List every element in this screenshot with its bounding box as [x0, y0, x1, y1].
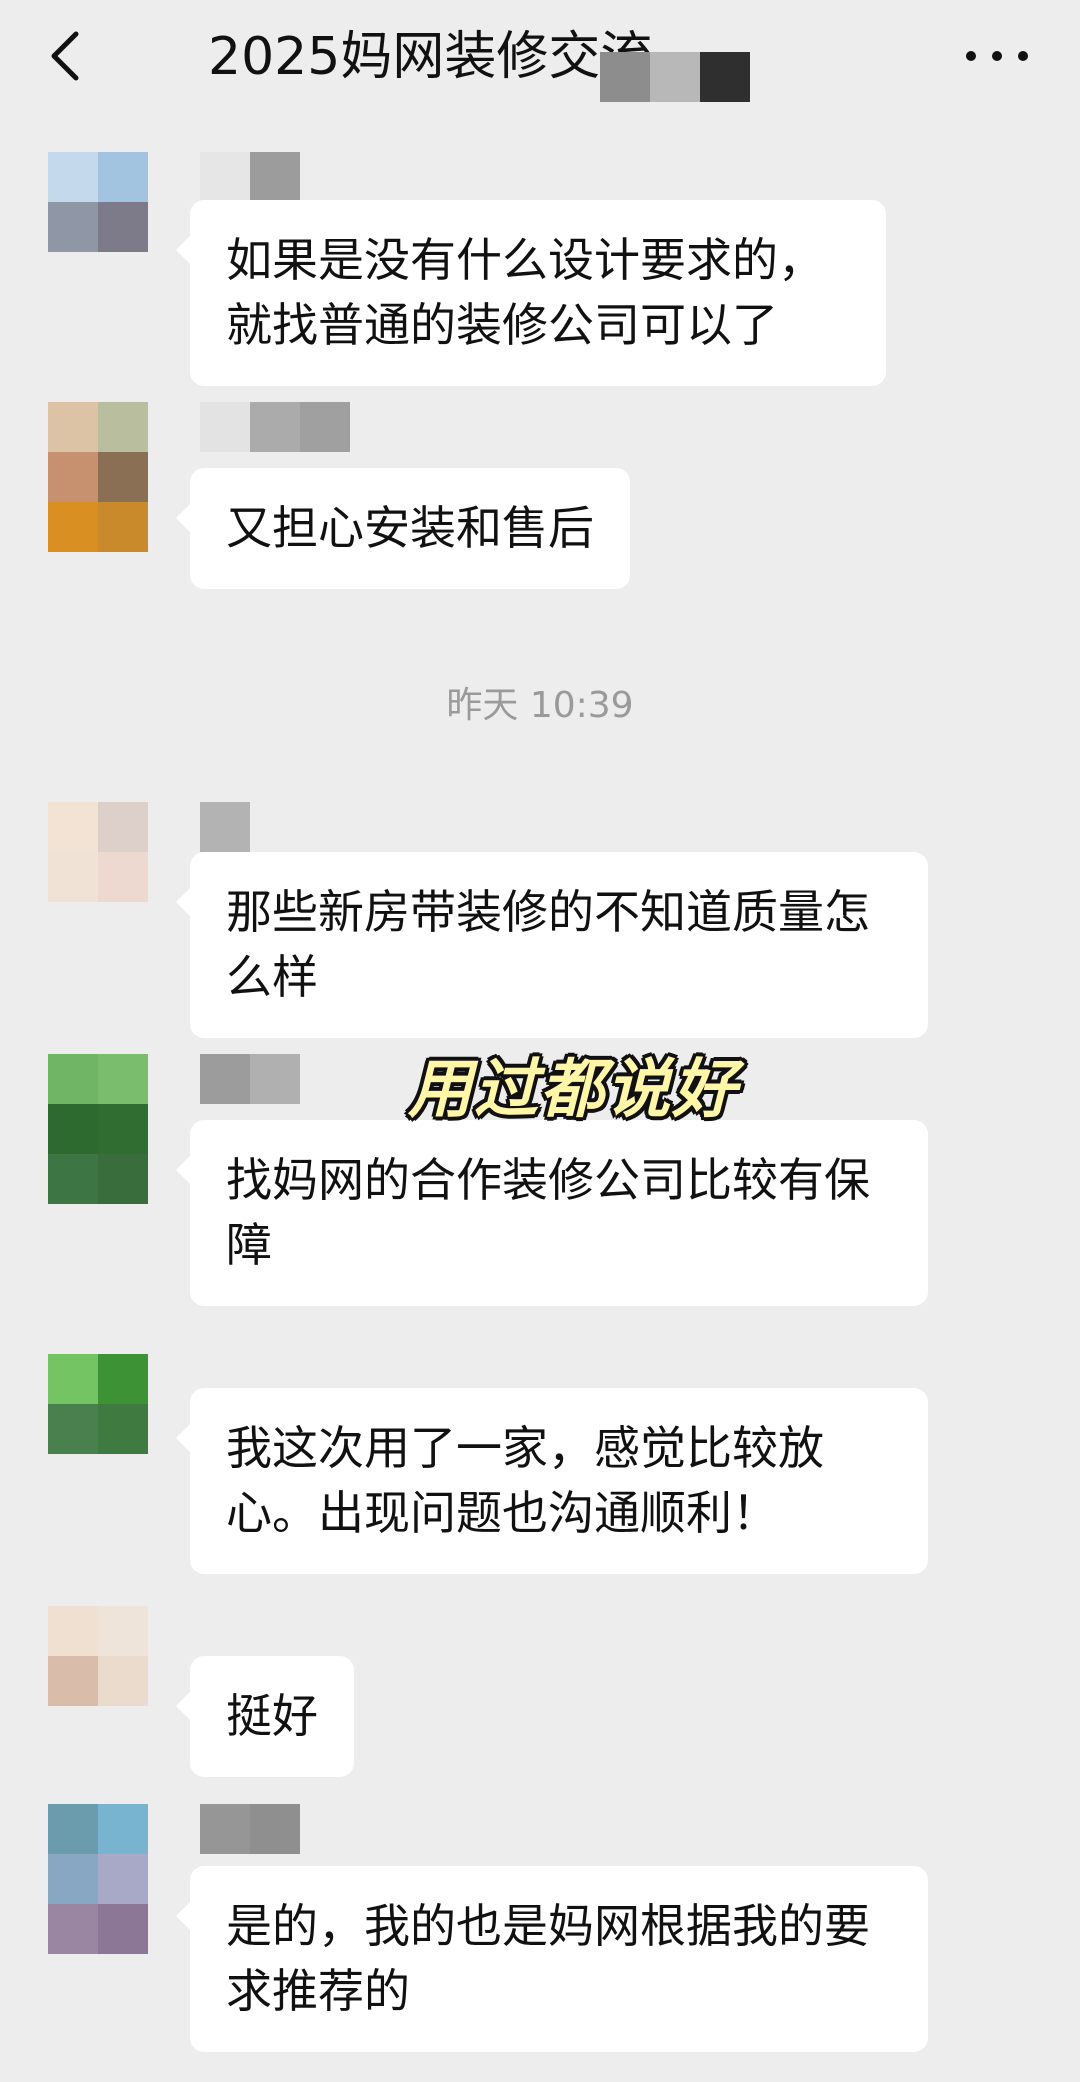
- avatar[interactable]: [48, 802, 148, 902]
- chat-title: 2025妈网装修交流: [208, 27, 653, 87]
- sender-name-mosaic: [200, 1804, 300, 1854]
- message-bubble[interactable]: 又担心安装和售后: [176, 468, 630, 589]
- message-text: 又担心安装和售后: [226, 501, 594, 555]
- message-text: 是的，我的也是妈网根据我的要求推荐的: [226, 1899, 870, 2018]
- message-bubble[interactable]: 那些新房带装修的不知道质量怎么样: [176, 852, 928, 1038]
- chat-header: 2025妈网装修交流: [0, 0, 1080, 112]
- message-text: 挺好: [226, 1689, 318, 1743]
- message-bubble[interactable]: 如果是没有什么设计要求的，就找普通的装修公司可以了: [176, 200, 886, 386]
- avatar[interactable]: [48, 1354, 148, 1454]
- message-text: 我这次用了一家，感觉比较放心。出现问题也沟通顺利！: [226, 1421, 824, 1540]
- avatar[interactable]: [48, 402, 148, 552]
- avatar[interactable]: [48, 1054, 148, 1204]
- more-options-icon[interactable]: [962, 40, 1032, 70]
- message-bubble[interactable]: 是的，我的也是妈网根据我的要求推荐的: [176, 1866, 928, 2052]
- message-text: 那些新房带装修的不知道质量怎么样: [226, 885, 870, 1004]
- sender-name-mosaic: [200, 802, 250, 852]
- sender-name-mosaic: [200, 152, 300, 202]
- chevron-left-icon[interactable]: [42, 28, 90, 84]
- sender-name-mosaic: [200, 402, 350, 452]
- redacted-title-mosaic: [600, 52, 750, 102]
- sender-name-mosaic: [200, 1054, 300, 1104]
- message-text: 如果是没有什么设计要求的，就找普通的装修公司可以了: [226, 233, 824, 352]
- message-bubble[interactable]: 我这次用了一家，感觉比较放心。出现问题也沟通顺利！: [176, 1388, 928, 1574]
- timestamp-label: 昨天 10:39: [446, 685, 634, 726]
- message-bubble[interactable]: 找妈网的合作装修公司比较有保障: [176, 1120, 928, 1306]
- message-bubble[interactable]: 挺好: [176, 1656, 354, 1777]
- avatar[interactable]: [48, 1606, 148, 1706]
- avatar[interactable]: [48, 152, 148, 252]
- overlay-caption: 用过都说好: [408, 1053, 738, 1127]
- avatar[interactable]: [48, 1804, 148, 1954]
- message-text: 找妈网的合作装修公司比较有保障: [226, 1153, 870, 1272]
